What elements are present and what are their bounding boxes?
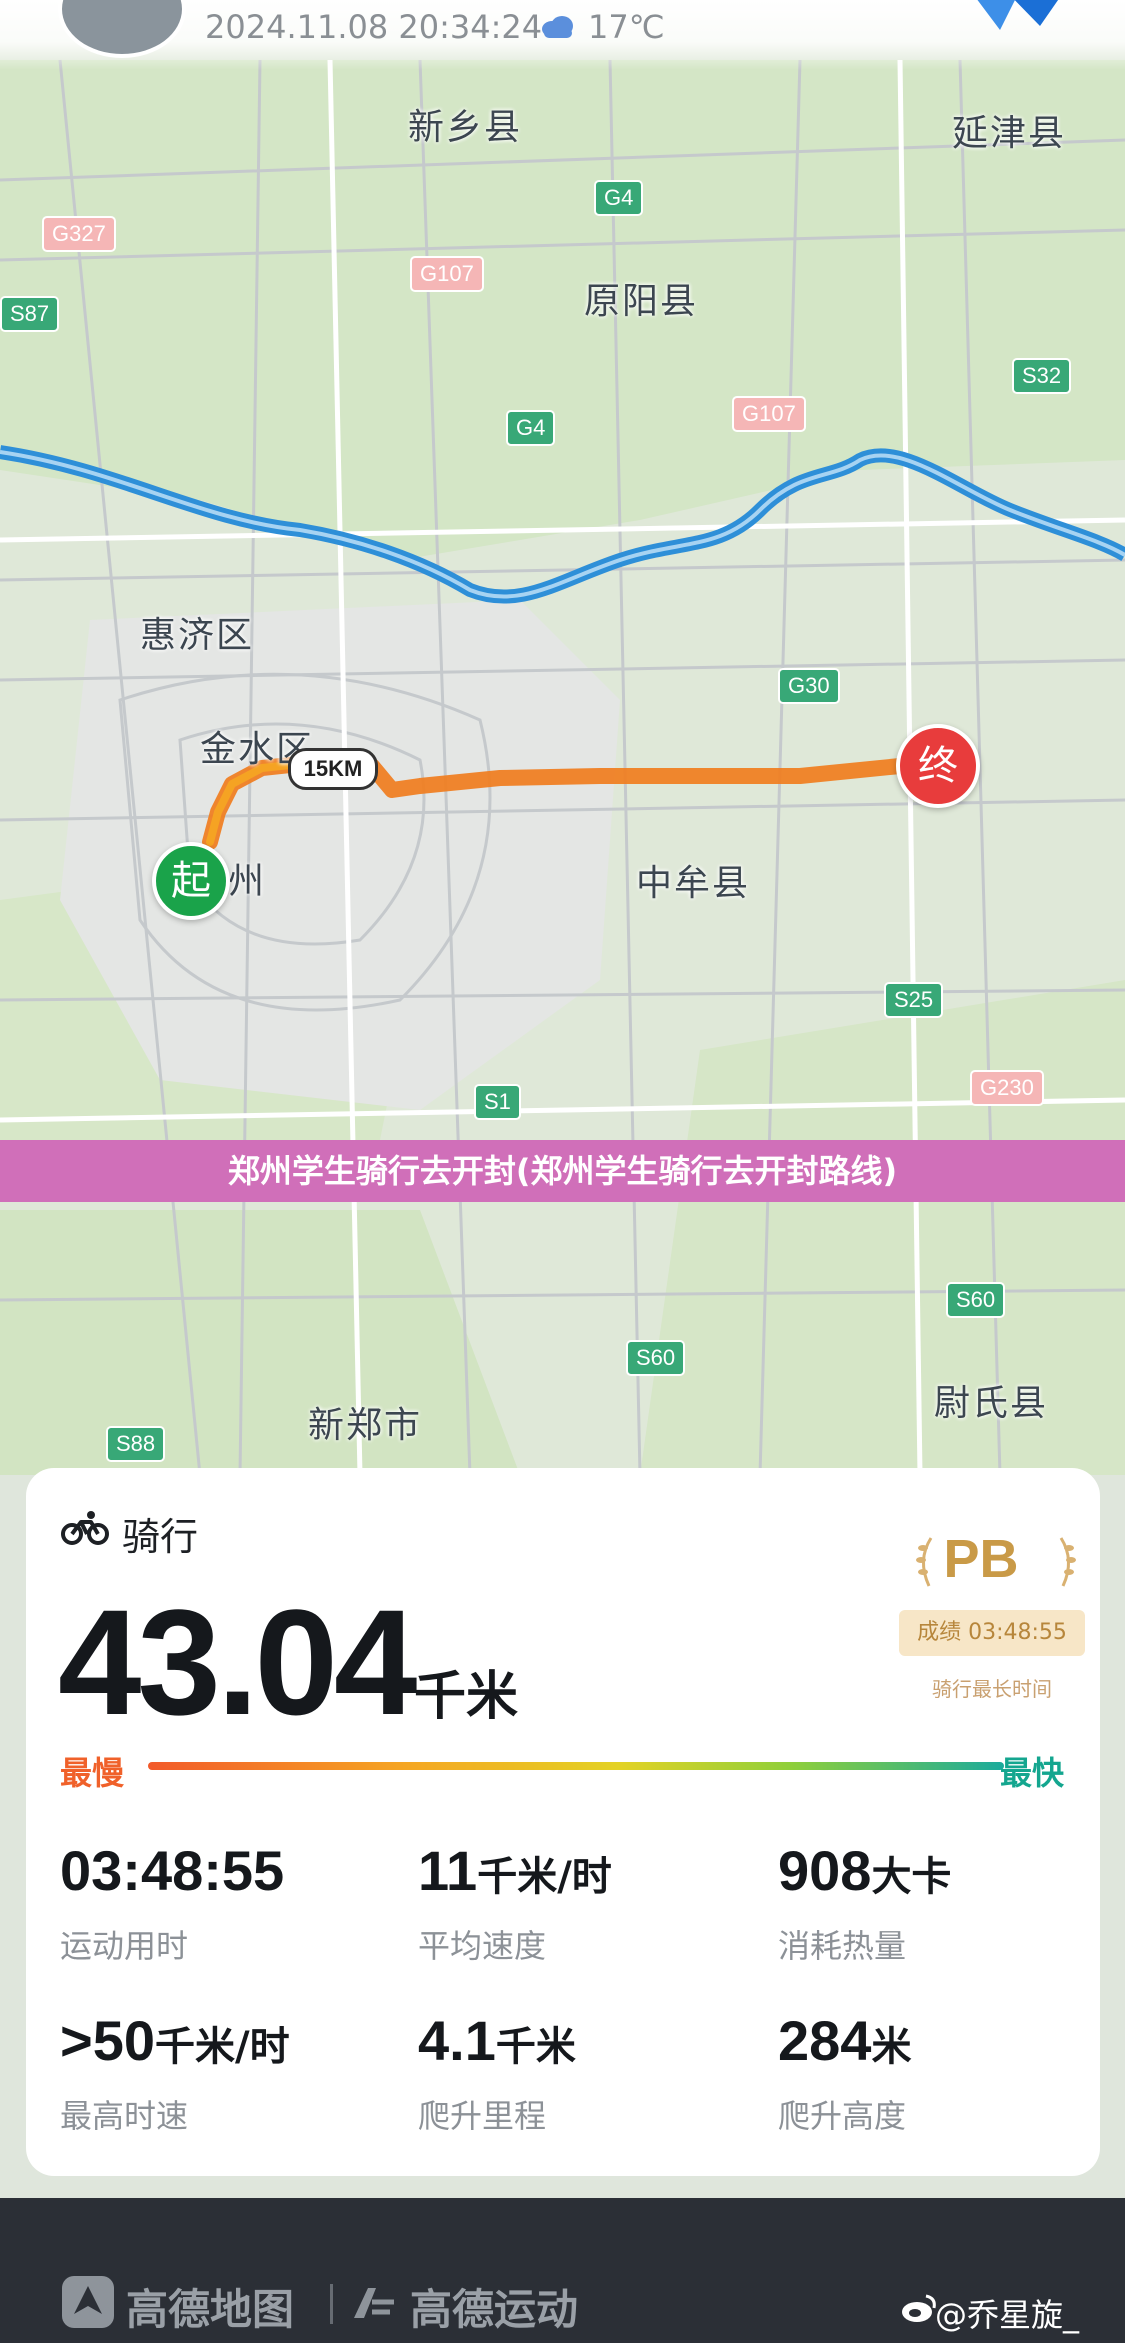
road-shield-s60-west: S60 <box>626 1340 686 1376</box>
road-shield-g30: G30 <box>778 668 840 704</box>
distance-marker-15km: 15KM <box>288 748 378 790</box>
place-label-huiji: 惠济区 <box>140 615 255 656</box>
stat-value: 11 <box>418 1839 478 1902</box>
user-avatar[interactable] <box>58 0 186 58</box>
stat-unit: 米 <box>871 2024 912 2070</box>
stat-unit: 大卡 <box>871 1854 952 1900</box>
activity-type: 骑行 <box>122 1515 199 1559</box>
place-label-xinxiang: 新乡县 <box>408 107 523 148</box>
route-end-marker[interactable]: 终 <box>896 724 980 808</box>
stat-label: 爬升里程 <box>418 2097 547 2135</box>
total-distance: 43.04 <box>58 1578 417 1746</box>
stat-climb-distance: 4.1千米 爬升里程 <box>418 2008 576 2137</box>
amap-sport-logo-icon <box>354 2288 394 2318</box>
amap-logo-icon <box>62 2276 114 2328</box>
laurel-right-icon <box>1059 1537 1076 1587</box>
stat-avg-speed: 11千米/时 平均速度 <box>418 1838 612 1967</box>
stat-elevation-gain: 284米 爬升高度 <box>778 2008 911 2137</box>
brand-amap-sport: 高德运动 <box>410 2285 579 2334</box>
place-label-zhongmu: 中牟县 <box>636 863 751 904</box>
pb-caption: 骑行最长时间 <box>932 1677 1052 1701</box>
road-shield-s88: S88 <box>106 1426 166 1462</box>
app-corner-logo-icon <box>977 0 1059 30</box>
stat-label: 消耗热量 <box>778 1927 907 1965</box>
stat-unit: 千米/时 <box>477 1854 612 1900</box>
stat-value: 908 <box>778 1839 872 1902</box>
stat-label: 运动用时 <box>60 1927 189 1965</box>
stat-value: 4.1 <box>418 2009 496 2072</box>
pb-record: 成绩 03:48:55 <box>899 1610 1085 1656</box>
road-shield-s1: S1 <box>474 1084 521 1120</box>
road-shield-g327: G327 <box>42 216 116 252</box>
pb-label: PB <box>943 1529 1019 1589</box>
stat-label: 最高时速 <box>60 2097 189 2135</box>
road-shield-s87: S87 <box>0 296 60 332</box>
stat-unit: 千米 <box>495 2024 576 2070</box>
stat-duration: 03:48:55 运动用时 <box>60 1838 284 1967</box>
road-shield-s60-east: S60 <box>946 1282 1006 1318</box>
road-shield-g230: G230 <box>970 1070 1044 1106</box>
speed-gradient-bar <box>148 1762 1004 1770</box>
speed-legend-fast: 最快 <box>1000 1754 1065 1792</box>
road-shield-s25: S25 <box>884 982 944 1018</box>
place-label-yanjin: 延津县 <box>952 113 1067 154</box>
route-map[interactable]: 新乡县 延津县 原阳县 惠济区 金水区 中牟县 州 尉氏县 新郑市 G327 S… <box>0 0 1125 1475</box>
weibo-icon <box>902 2294 936 2322</box>
road-shield-s32: S32 <box>1012 358 1072 394</box>
watermark-text: @乔星旋_ <box>935 2296 1080 2334</box>
road-shield-g4-north: G4 <box>594 180 644 216</box>
road-shield-g107-north: G107 <box>410 256 484 292</box>
place-label-weishi: 尉氏县 <box>934 1383 1049 1424</box>
place-label-zhou: 州 <box>228 861 267 902</box>
stat-unit: 千米/时 <box>155 2024 290 2070</box>
stat-value: >50 <box>60 2009 155 2072</box>
ride-summary-card: 骑行 43.04 千米 PB 成绩 03:48:55 骑行最长时间 最慢 最快 … <box>26 1468 1100 2176</box>
stat-calories: 908大卡 消耗热量 <box>778 1838 951 1967</box>
stat-label: 爬升高度 <box>778 2097 907 2135</box>
stat-max-speed: >50千米/时 最高时速 <box>60 2008 290 2137</box>
brand-divider <box>330 2284 333 2324</box>
place-label-xinzheng: 新郑市 <box>308 1405 423 1446</box>
bicycle-icon <box>61 1511 109 1545</box>
road-shield-g107-east: G107 <box>732 396 806 432</box>
title-banner: 郑州学生骑行去开封(郑州学生骑行去开封路线) <box>0 1140 1125 1202</box>
stat-label: 平均速度 <box>418 1927 547 1965</box>
stat-value: 284 <box>778 2009 872 2072</box>
road-shield-g4-south: G4 <box>506 410 556 446</box>
cloud-icon <box>542 16 573 38</box>
activity-datetime: 2024.11.08 20:34:24 <box>205 8 543 46</box>
stat-value: 03:48:55 <box>60 1839 285 1902</box>
distance-unit: 千米 <box>414 1667 519 1727</box>
route-start-marker[interactable]: 起 <box>152 842 230 920</box>
brand-amap: 高德地图 <box>126 2285 295 2334</box>
place-label-yuanyang: 原阳县 <box>584 281 699 322</box>
temperature: 17℃ <box>588 8 665 46</box>
personal-best-badge[interactable]: PB 成绩 03:48:55 骑行最长时间 <box>871 1528 1091 1701</box>
status-overlay: 2024.11.08 20:34:24 17℃ <box>0 0 1125 70</box>
speed-legend-slow: 最慢 <box>60 1754 125 1792</box>
brand-footer: 高德地图 高德运动 @乔星旋_ <box>0 2198 1125 2343</box>
